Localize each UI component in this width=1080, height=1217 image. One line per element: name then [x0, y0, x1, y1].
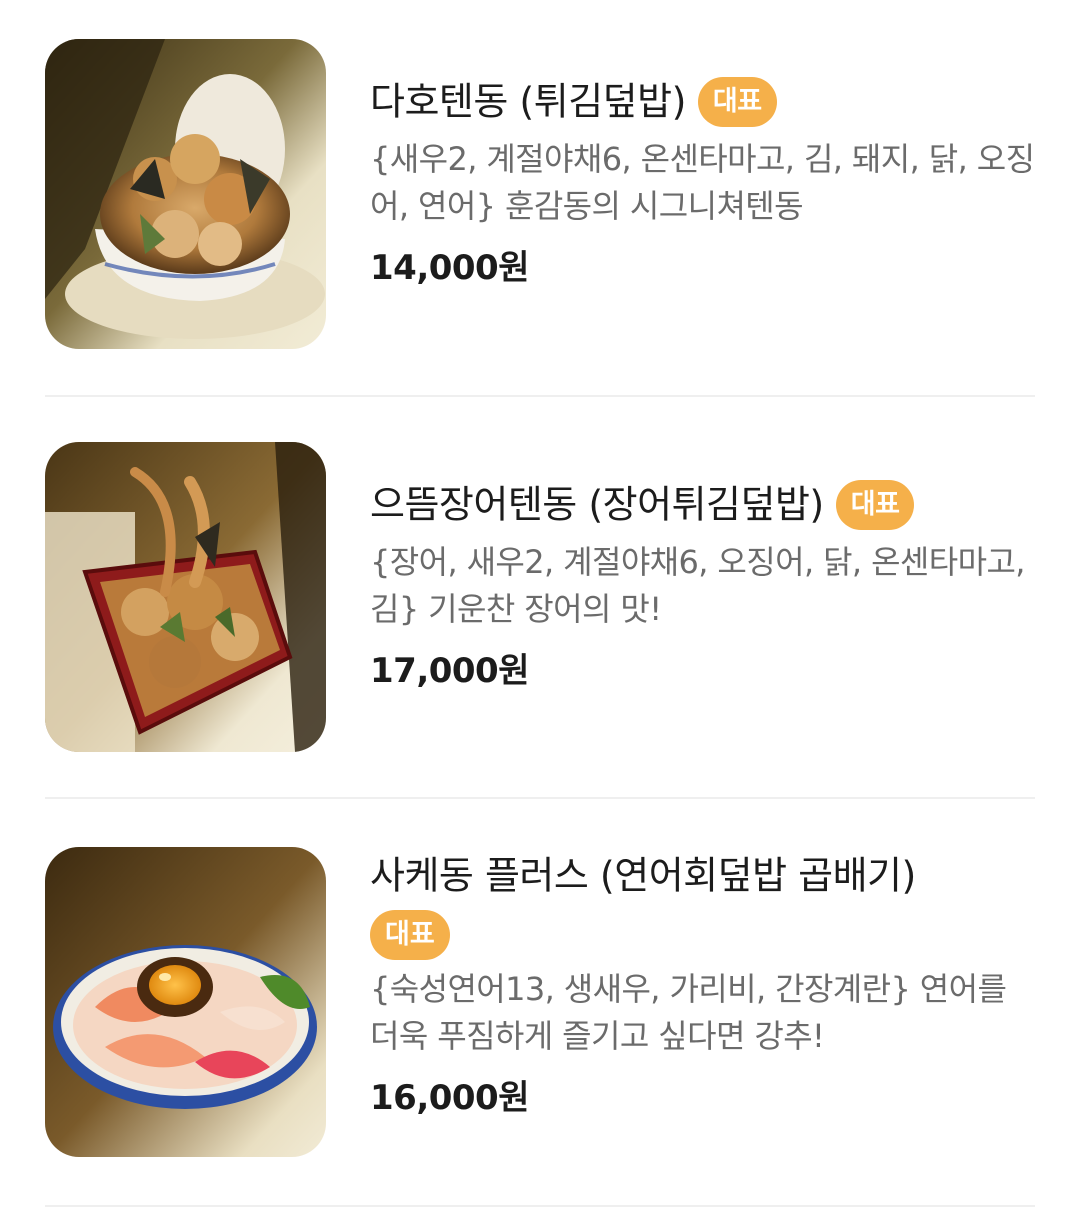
menu-item-description: {숙성연어13, 생새우, 가리비, 간장계란} 연어를 더욱 푸짐하게 즐기고… [370, 969, 1007, 1055]
menu-item-dahotendong[interactable]: 다호텐동 (튀김덮밥) 대표 {새우2, 계절야채6, 온센타마고, 김, 돼지,… [45, 39, 1035, 349]
menu-item-photo [45, 847, 326, 1157]
menu-item-photo [45, 442, 326, 752]
menu-item-info: 으뜸장어텐동 (장어튀김덮밥) 대표 {장어, 새우2, 계절야채6, 오징어, … [370, 442, 1035, 692]
menu-item-photo [45, 39, 326, 349]
divider [45, 1205, 1035, 1207]
menu-item-sakedong-plus[interactable]: 사케동 플러스 (연어회덮밥 곱배기) 대표 {숙성연어13, 생새우, 가리비… [45, 847, 1035, 1177]
divider [45, 797, 1035, 799]
signature-badge: 대표 [370, 909, 450, 960]
menu-item-description: {장어, 새우2, 계절야채6, 오징어, 닭, 온센타마고, 김} 기운찬 장… [370, 542, 1025, 628]
tendon-bowl-photo-icon [45, 39, 326, 349]
menu-item-name: 사케동 플러스 (연어회덮밥 곱배기) [370, 853, 916, 898]
menu-list: 다호텐동 (튀김덮밥) 대표 {새우2, 계절야채6, 온센타마고, 김, 돼지,… [0, 0, 1080, 1217]
menu-item-info: 사케동 플러스 (연어회덮밥 곱배기) 대표 {숙성연어13, 생새우, 가리비… [370, 847, 1035, 1119]
menu-item-price: 14,000원 [370, 247, 529, 288]
menu-item-price: 16,000원 [370, 1077, 529, 1118]
menu-item-name: 으뜸장어텐동 (장어튀김덮밥) [370, 482, 824, 527]
menu-item-title-line: 다호텐동 (튀김덮밥) 대표 [370, 71, 1035, 130]
menu-item-name: 다호텐동 (튀김덮밥) [370, 79, 686, 124]
divider [45, 395, 1035, 397]
menu-item-description: {새우2, 계절야채6, 온센타마고, 김, 돼지, 닭, 오징어, 연어} 훈… [370, 139, 1035, 225]
signature-badge: 대표 [835, 479, 915, 530]
salmon-bowl-photo-icon [45, 847, 326, 1157]
signature-badge: 대표 [697, 76, 777, 127]
menu-item-title-line: 으뜸장어텐동 (장어튀김덮밥) 대표 [370, 474, 1035, 533]
menu-item-price: 17,000원 [370, 650, 529, 691]
eel-tendon-box-photo-icon [45, 442, 326, 752]
menu-item-info: 다호텐동 (튀김덮밥) 대표 {새우2, 계절야채6, 온센타마고, 김, 돼지,… [370, 39, 1035, 289]
menu-item-title-line: 사케동 플러스 (연어회덮밥 곱배기) [370, 845, 1035, 904]
menu-item-eumtteum-eel-tendong[interactable]: 으뜸장어텐동 (장어튀김덮밥) 대표 {장어, 새우2, 계절야채6, 오징어, … [45, 442, 1035, 752]
